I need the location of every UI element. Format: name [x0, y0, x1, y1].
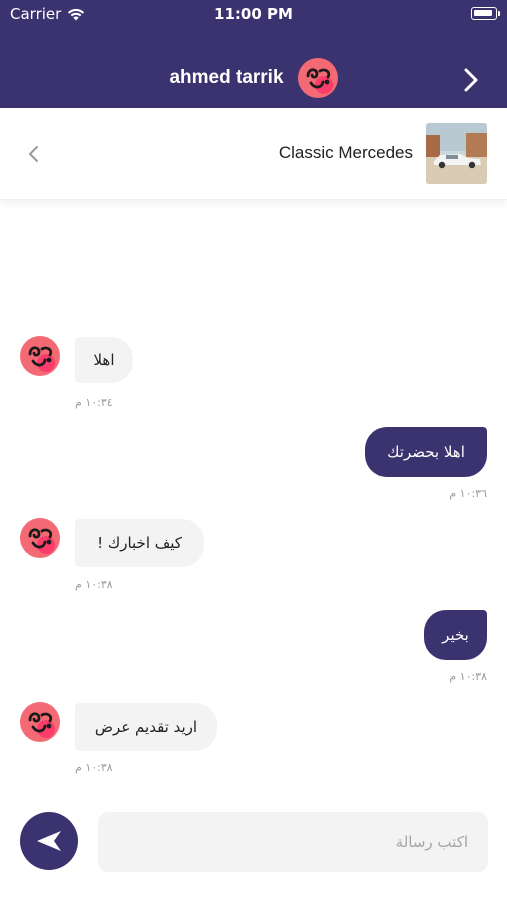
message-bubble-outgoing[interactable]: اهلا بحضرتك: [365, 427, 487, 477]
battery-icon: [471, 7, 500, 20]
chevron-right-icon[interactable]: [459, 66, 483, 94]
sender-avatar-icon: [20, 336, 60, 376]
emoji-avatar-icon: [297, 58, 338, 98]
app-header: Carrier 11:00 PM ahmed tarrik: [0, 0, 507, 108]
message-bubble-outgoing[interactable]: بخير: [424, 610, 487, 660]
sender-avatar-icon: [20, 518, 60, 558]
message-input[interactable]: [98, 812, 488, 872]
send-button[interactable]: [20, 812, 78, 870]
message-time: ١٠:٣٤ م: [75, 396, 113, 409]
message-time: ١٠:٣٦ م: [449, 487, 487, 500]
status-bar: Carrier 11:00 PM: [0, 0, 507, 28]
product-thumbnail: [426, 123, 487, 184]
message-time: ١٠:٣٨ م: [75, 761, 113, 774]
sender-avatar-icon: [20, 702, 60, 742]
message-bubble-incoming[interactable]: كيف اخبارك !: [75, 519, 204, 567]
send-arrow-icon: [37, 831, 61, 851]
chevron-left-icon[interactable]: [24, 144, 44, 164]
nav-bar: ahmed tarrik: [0, 50, 507, 108]
product-name: Classic Mercedes: [278, 143, 413, 162]
status-time: 11:00 PM: [214, 5, 293, 23]
product-card[interactable]: Classic Mercedes: [0, 108, 507, 200]
message-bubble-incoming[interactable]: اهلا: [75, 337, 133, 383]
message-time: ١٠:٣٨ م: [449, 670, 487, 683]
contact-name: ahmed tarrik: [169, 67, 284, 88]
message-time: ١٠:٣٨ م: [75, 578, 113, 591]
message-bubble-incoming[interactable]: اريد تقديم عرض: [75, 703, 217, 751]
contact-title-group: ahmed tarrik: [0, 58, 507, 98]
